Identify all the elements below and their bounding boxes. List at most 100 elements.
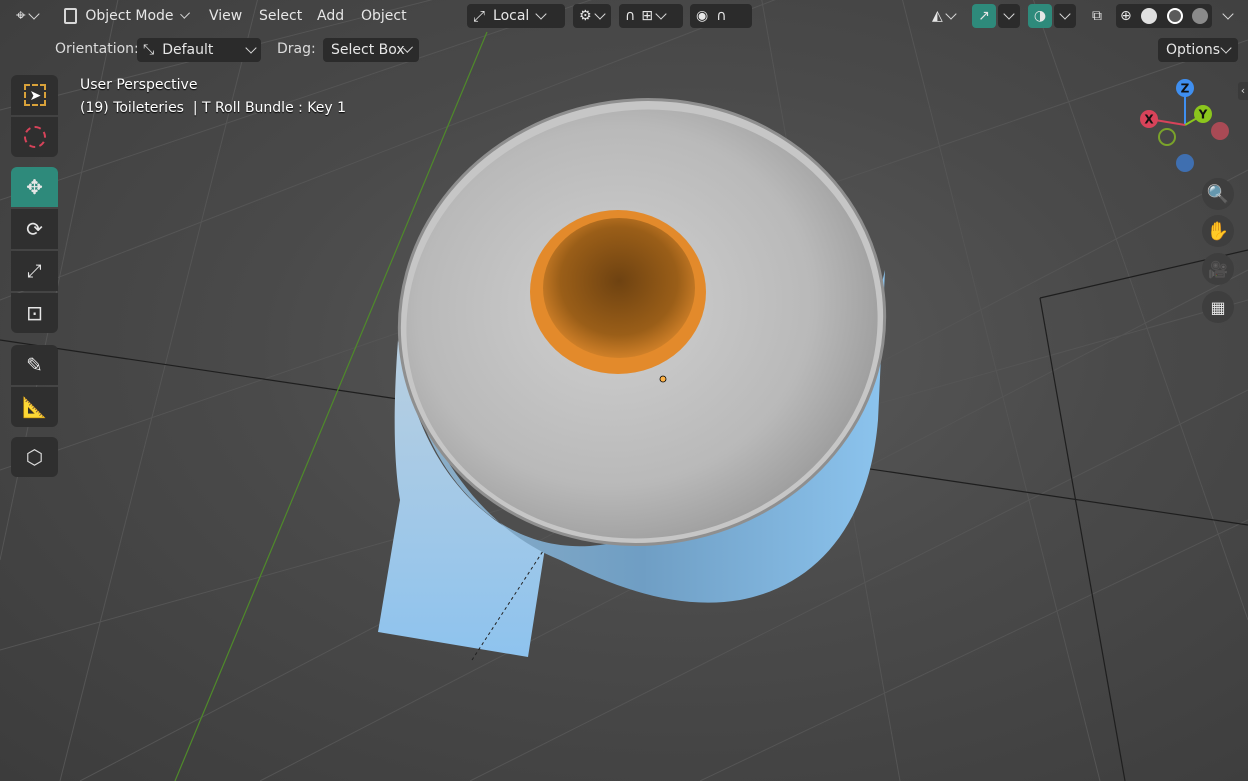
object-origin[interactable] — [659, 375, 667, 383]
mode-label: Object Mode — [85, 8, 174, 24]
options-dropdown[interactable]: Options — [1158, 38, 1238, 62]
material-shading-icon[interactable] — [1166, 8, 1183, 24]
menu-add[interactable]: Add — [317, 4, 344, 28]
visibility-icon: ◭ — [932, 8, 943, 24]
ortho-toggle-button[interactable]: ▦ — [1202, 291, 1234, 323]
editor-type-icon: ⌖ — [16, 6, 26, 26]
viewport-header: ⌖ Object Mode View Select Add Object ⤢ L… — [0, 0, 1248, 32]
measure-icon: 📐 — [22, 395, 47, 419]
chevron-down-icon — [1222, 7, 1234, 20]
tool-add-cube[interactable]: ⬡ — [11, 437, 58, 477]
3d-viewport[interactable]: ⌖ Object Mode View Select Add Object ⤢ L… — [0, 0, 1248, 781]
navigation-gizmo[interactable]: Z Y X — [1134, 76, 1234, 176]
neg-y-handle[interactable] — [1158, 128, 1176, 146]
shading-group: ⊕ — [1116, 4, 1212, 28]
mode-dropdown[interactable]: Object Mode — [58, 4, 194, 28]
tool-cursor[interactable] — [11, 117, 58, 157]
tool-move[interactable]: ✥ — [11, 167, 58, 207]
local-axes-icon: ⤢ — [473, 7, 486, 25]
transform-icon: ⊡ — [26, 301, 43, 325]
transform-space-label: Local — [493, 8, 530, 24]
tool-settings-bar: Orientation: ⤡ Default Drag: Select Box … — [0, 34, 1248, 64]
object-info: (19) Toileteries | T Roll Bundle : Key 1 — [80, 100, 347, 116]
overlays-icon: ◑ — [1033, 8, 1047, 24]
editor-type-button[interactable]: ⌖ — [10, 4, 50, 28]
proportional-edit-icon: ◉ — [696, 8, 709, 24]
chevron-down-icon — [1059, 7, 1071, 20]
z-axis-label: Z — [1181, 82, 1190, 96]
tool-select-box[interactable]: ➤ — [11, 75, 58, 115]
camera-icon: 🎥 — [1208, 259, 1228, 279]
drag-dropdown[interactable]: Select Box — [323, 38, 419, 62]
y-axis-label: Y — [1198, 108, 1208, 122]
chevron-down-icon — [27, 7, 40, 20]
pivot-icon: ⚙ — [579, 8, 592, 24]
chevron-left-icon: ‹ — [1240, 84, 1246, 97]
menu-select[interactable]: Select — [259, 4, 302, 28]
cursor-icon — [23, 126, 46, 148]
chevron-down-icon — [593, 7, 606, 20]
hand-icon: ✋ — [1206, 220, 1230, 242]
x-axis-label: X — [1144, 113, 1154, 127]
snap-increment-icon: ⊞ — [641, 8, 653, 24]
chevron-down-icon — [655, 7, 667, 20]
snap-magnet-icon: ∩ — [625, 8, 636, 24]
annotate-icon: ✎ — [26, 353, 43, 377]
orientation-icon: ⤡ — [143, 42, 155, 58]
gizmo-toggle[interactable]: ↗ — [972, 4, 996, 28]
rotate-icon: ⟳ — [26, 217, 43, 241]
visibility-dropdown[interactable]: ◭ — [926, 4, 966, 28]
tool-annotate[interactable]: ✎ — [11, 345, 58, 385]
sidebar-toggle[interactable]: ‹ — [1238, 82, 1248, 100]
scale-icon: ⤢ — [27, 260, 42, 282]
view-name: User Perspective — [80, 77, 198, 93]
menu-object[interactable]: Object — [361, 4, 407, 28]
pan-button[interactable]: ✋ — [1202, 215, 1234, 247]
wireframe-shading-icon[interactable]: ⊕ — [1120, 8, 1132, 24]
overlays-toggle[interactable]: ◑ — [1028, 4, 1052, 28]
grid-icon: ▦ — [1210, 297, 1226, 317]
tool-scale[interactable]: ⤢ — [11, 251, 58, 291]
drag-label: Drag: — [277, 41, 316, 57]
move-icon: ✥ — [26, 175, 43, 199]
chevron-down-icon — [245, 41, 257, 54]
overlays-dropdown[interactable] — [1054, 4, 1076, 28]
orientation-dropdown[interactable]: ⤡ Default — [137, 38, 261, 62]
pivot-dropdown[interactable]: ⚙ — [573, 4, 611, 28]
neg-z-handle[interactable] — [1176, 154, 1194, 172]
falloff-curve-icon: ∩ — [716, 8, 727, 24]
chevron-down-icon — [945, 7, 957, 20]
solid-shading-icon[interactable] — [1141, 8, 1158, 24]
chevron-down-icon — [535, 7, 547, 20]
tool-measure[interactable]: 📐 — [11, 387, 58, 427]
zoom-button[interactable]: 🔍 — [1202, 178, 1234, 210]
drag-value: Select Box — [331, 42, 405, 58]
gizmo-dropdown[interactable] — [998, 4, 1020, 28]
camera-frame-line-2 — [1039, 297, 1126, 781]
neg-x-handle[interactable] — [1211, 122, 1229, 140]
chevron-down-icon — [1220, 41, 1232, 54]
roll-core-hole — [543, 218, 695, 358]
select-box-icon: ➤ — [23, 84, 46, 106]
tool-rotate[interactable]: ⟳ — [11, 209, 58, 249]
camera-view-button[interactable]: 🎥 — [1202, 253, 1234, 285]
snap-controls[interactable]: ∩ ⊞ — [619, 4, 683, 28]
add-cube-icon: ⬡ — [25, 445, 44, 469]
zoom-icon: 🔍 — [1206, 183, 1230, 205]
options-label: Options — [1166, 42, 1221, 58]
xray-toggle[interactable]: ⧉ — [1084, 4, 1110, 28]
xray-icon: ⧉ — [1092, 8, 1102, 24]
scene-canvas[interactable] — [0, 0, 1248, 781]
proportional-edit[interactable]: ◉ ∩ — [690, 4, 752, 28]
orientation-value: Default — [162, 42, 214, 58]
transform-space-dropdown[interactable]: ⤢ Local — [467, 4, 565, 28]
tool-transform[interactable]: ⊡ — [11, 293, 58, 333]
gizmo-icon: ↗ — [978, 8, 990, 24]
shading-dropdown[interactable] — [1214, 4, 1242, 28]
menu-view[interactable]: View — [209, 4, 242, 28]
chevron-down-icon — [1003, 7, 1015, 20]
object-mode-icon — [64, 8, 78, 24]
rendered-shading-icon[interactable] — [1192, 8, 1208, 24]
chevron-down-icon — [179, 8, 190, 19]
orientation-label: Orientation: — [55, 41, 139, 57]
